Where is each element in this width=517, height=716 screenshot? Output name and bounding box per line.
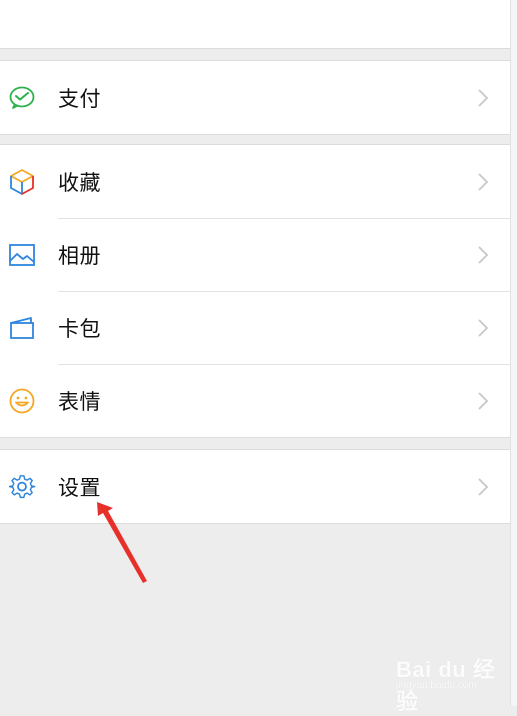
cube-icon — [8, 168, 36, 196]
chevron-right-icon — [478, 477, 489, 496]
menu-item-favorites[interactable]: 收藏 — [0, 145, 511, 218]
menu-item-favorites-label: 收藏 — [58, 170, 101, 195]
menu-item-cards[interactable]: 卡包 — [0, 291, 511, 364]
watermark-sub: jingyan.baidu.com — [396, 680, 477, 691]
menu-item-pay-label: 支付 — [58, 86, 101, 111]
gear-icon — [8, 473, 36, 501]
pay-group: 支付 — [0, 60, 511, 135]
chevron-right-icon — [478, 318, 489, 337]
features-group: 收藏 相册 卡包 表情 — [0, 144, 511, 438]
menu-item-stickers[interactable]: 表情 — [0, 364, 511, 437]
menu-item-album-label: 相册 — [58, 243, 101, 268]
baidu-jingyan-watermark: Bai du 经验 jingyan.baidu.com — [396, 652, 506, 714]
wallet-icon — [8, 314, 36, 342]
scroll-edge — [510, 0, 517, 706]
profile-section-bottom[interactable] — [0, 0, 511, 49]
image-icon — [8, 241, 36, 269]
chevron-right-icon — [478, 391, 489, 410]
smiley-icon — [8, 387, 36, 415]
chevron-right-icon — [478, 245, 489, 264]
menu-item-pay[interactable]: 支付 — [0, 61, 511, 134]
menu-item-settings-label: 设置 — [58, 475, 101, 500]
settings-group: 设置 — [0, 449, 511, 524]
wechat-pay-icon — [8, 84, 36, 112]
me-tab-screen: 支付 收藏 相册 卡包 表情 设置 Bai du 经验 jingyan.baid… — [0, 0, 517, 714]
menu-item-stickers-label: 表情 — [58, 389, 101, 414]
menu-item-settings[interactable]: 设置 — [0, 450, 511, 523]
menu-item-cards-label: 卡包 — [58, 316, 101, 341]
chevron-right-icon — [478, 88, 489, 107]
chevron-right-icon — [478, 172, 489, 191]
menu-item-album[interactable]: 相册 — [0, 218, 511, 291]
